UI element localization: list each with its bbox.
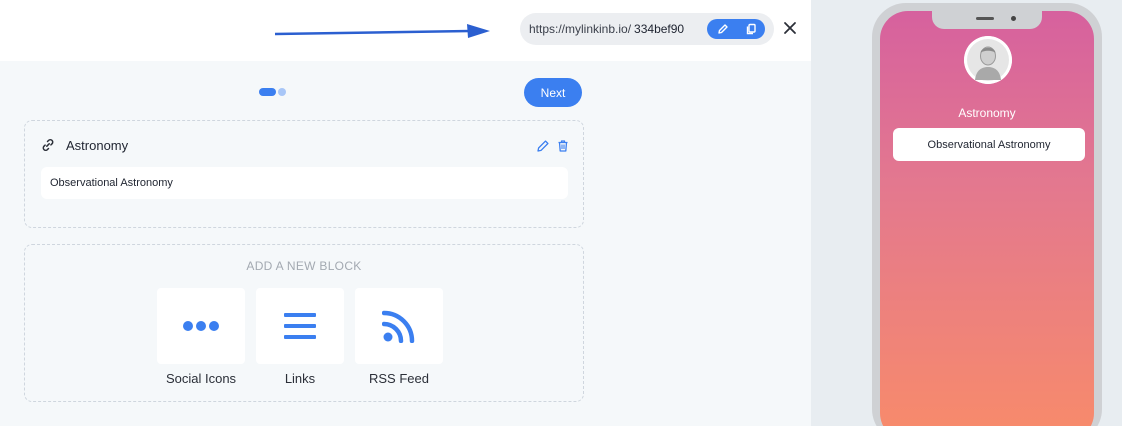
copy-url-button[interactable] — [743, 21, 759, 37]
add-links-button[interactable] — [256, 288, 344, 364]
user-avatar-icon — [964, 36, 1012, 84]
more-dots-icon — [183, 321, 219, 331]
pencil-icon[interactable] — [536, 139, 550, 153]
add-block-panel: ADD A NEW BLOCK Social Icons Links RSS F… — [24, 244, 584, 402]
copy-icon — [746, 23, 756, 35]
rss-icon — [382, 310, 415, 343]
phone-frame: Astronomy Observational Astronomy — [872, 3, 1102, 426]
profile-name: Astronomy — [958, 106, 1016, 120]
top-bar: https://mylinkinb.io/334bef90 — [0, 0, 811, 61]
phone-notch — [932, 11, 1042, 29]
rss-feed-label: RSS Feed — [369, 371, 429, 386]
preview-link-button[interactable]: Observational Astronomy — [893, 128, 1085, 161]
block-title[interactable]: Astronomy — [66, 138, 128, 153]
camera — [1011, 16, 1016, 21]
close-icon[interactable] — [781, 19, 799, 37]
url-prefix: https://mylinkinb.io/ — [529, 22, 632, 36]
next-button[interactable]: Next — [524, 78, 582, 107]
step-dot — [278, 88, 286, 96]
phone-screen: Astronomy Observational Astronomy — [880, 11, 1094, 426]
add-rss-feed-button[interactable] — [355, 288, 443, 364]
link-title-input[interactable] — [41, 167, 568, 199]
link-icon — [42, 139, 54, 151]
add-social-icons-button[interactable] — [157, 288, 245, 364]
phone-preview-pane: Astronomy Observational Astronomy — [811, 0, 1122, 426]
pencil-icon — [718, 24, 728, 34]
link-block: Astronomy — [24, 120, 584, 228]
profile-url-pill: https://mylinkinb.io/334bef90 — [520, 13, 774, 45]
add-block-title: ADD A NEW BLOCK — [246, 259, 362, 273]
speaker — [976, 17, 994, 20]
avatar — [964, 36, 1012, 84]
url-actions — [707, 19, 765, 39]
arrow-icon — [274, 24, 490, 38]
trash-icon[interactable] — [556, 139, 570, 153]
url-slug: 334bef90 — [634, 22, 685, 36]
list-icon — [284, 313, 316, 339]
editor-pane: https://mylinkinb.io/334bef90 Next Astro… — [0, 0, 811, 426]
edit-url-button[interactable] — [715, 21, 731, 37]
step-dot-active — [259, 88, 276, 96]
profile-url: https://mylinkinb.io/334bef90 — [529, 22, 684, 36]
